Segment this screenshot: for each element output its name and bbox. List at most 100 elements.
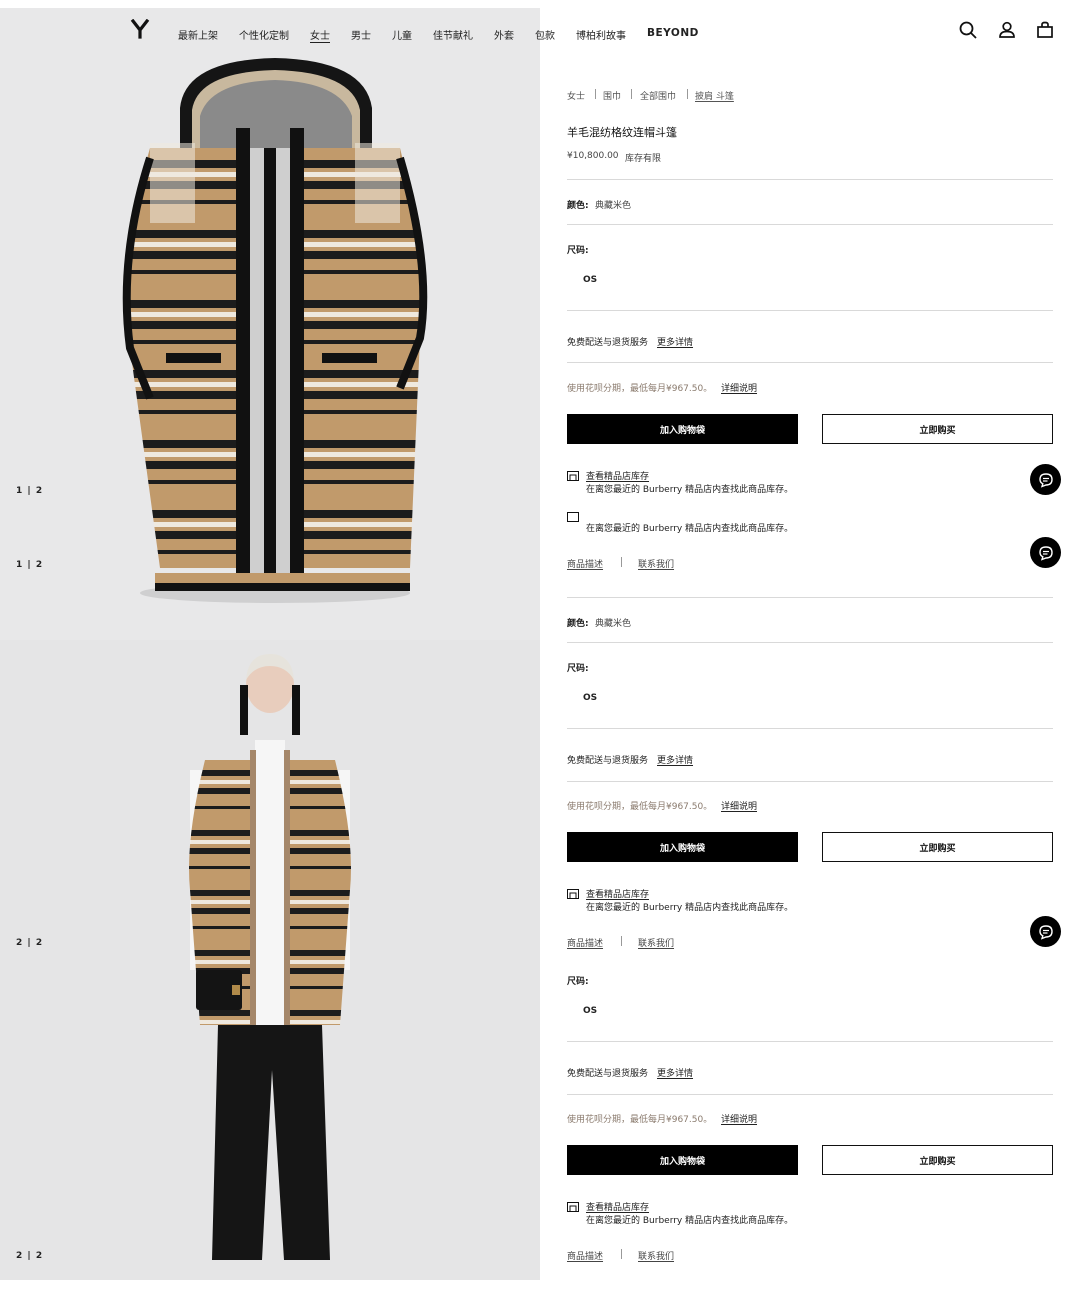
divider bbox=[567, 179, 1053, 180]
product-title: 羊毛混纺格纹连帽斗篷 bbox=[567, 126, 677, 139]
nav-item-stories[interactable]: 博柏利故事 bbox=[576, 27, 626, 42]
logo-icon[interactable] bbox=[130, 19, 150, 39]
installment-link[interactable]: 详细说明 bbox=[721, 799, 757, 812]
size-option-os[interactable]: OS bbox=[583, 275, 597, 285]
link-separator bbox=[621, 557, 622, 567]
nav-item-women[interactable]: 女士 bbox=[310, 27, 330, 42]
site-header: 最新上架 个性化定制 女士 男士 儿童 佳节献礼 外套 包款 博柏利故事 BEY… bbox=[0, 0, 1080, 62]
store-stock-desc: 在离您最近的 Burberry 精品店内查找此商品库存。 bbox=[586, 485, 794, 495]
more-details-link[interactable]: 更多详情 bbox=[657, 753, 693, 766]
bag-icon[interactable] bbox=[1035, 20, 1055, 40]
color-label: 颜色: bbox=[567, 619, 589, 629]
image-counter: 2 | 2 bbox=[16, 1251, 44, 1261]
divider bbox=[567, 781, 1053, 782]
nav-item-bags[interactable]: 包款 bbox=[535, 27, 555, 42]
store-icon bbox=[567, 512, 579, 522]
divider bbox=[567, 642, 1053, 643]
shipping-text: 免费配送与退货服务 bbox=[567, 1069, 649, 1079]
breadcrumb-scarves[interactable]: 围巾 bbox=[603, 89, 621, 102]
installment-text: 使用花呗分期，最低每月¥967.50。 bbox=[567, 384, 713, 394]
breadcrumb-separator bbox=[631, 89, 632, 99]
store-stock-desc: 在离您最近的 Burberry 精品店内查找此商品库存。 bbox=[586, 903, 794, 913]
image-counter: 1 | 2 bbox=[16, 486, 44, 496]
size-option-os[interactable]: OS bbox=[583, 1006, 597, 1016]
store-icon bbox=[567, 471, 579, 481]
stock-status: 库存有限 bbox=[625, 154, 662, 164]
installment-link[interactable]: 详细说明 bbox=[721, 381, 757, 394]
product-price: ¥10,800.00 bbox=[567, 151, 619, 161]
divider bbox=[567, 310, 1053, 311]
nav-item-beyond[interactable]: BEYOND bbox=[647, 27, 699, 42]
product-image-front[interactable]: 1 | 2 1 | 2 bbox=[0, 8, 540, 640]
model-illustration bbox=[189, 654, 351, 1260]
image-counter: 1 | 2 bbox=[16, 560, 44, 570]
nav-item-gifts[interactable]: 佳节献礼 bbox=[433, 27, 473, 42]
description-link[interactable]: 商品描述 bbox=[567, 936, 603, 949]
link-separator bbox=[621, 1249, 622, 1259]
store-stock-link[interactable]: 查看精品店库存 bbox=[586, 1200, 649, 1213]
divider bbox=[567, 1094, 1053, 1095]
size-label: 尺码: bbox=[567, 664, 589, 674]
size-label: 尺码: bbox=[567, 977, 589, 987]
nav-item-new[interactable]: 最新上架 bbox=[178, 27, 218, 42]
buy-now-button[interactable]: 立即购买 bbox=[822, 832, 1053, 862]
product-image-model[interactable]: 2 | 2 2 | 2 bbox=[0, 640, 540, 1280]
description-link[interactable]: 商品描述 bbox=[567, 557, 603, 570]
chat-button[interactable] bbox=[1030, 537, 1061, 568]
add-to-bag-button[interactable]: 加入购物袋 bbox=[567, 832, 798, 862]
contact-link[interactable]: 联系我们 bbox=[638, 557, 674, 570]
add-to-bag-button[interactable]: 加入购物袋 bbox=[567, 414, 798, 444]
more-details-link[interactable]: 更多详情 bbox=[657, 1066, 693, 1079]
size-option-os[interactable]: OS bbox=[583, 693, 597, 703]
breadcrumb-separator bbox=[595, 89, 596, 99]
account-icon[interactable] bbox=[997, 20, 1017, 40]
size-label: 尺码: bbox=[567, 246, 589, 256]
store-stock-link[interactable]: 查看精品店库存 bbox=[586, 469, 649, 482]
nav-item-children[interactable]: 儿童 bbox=[392, 27, 412, 42]
contact-link[interactable]: 联系我们 bbox=[638, 936, 674, 949]
breadcrumb-capes[interactable]: 披肩 斗篷 bbox=[695, 89, 734, 102]
store-icon bbox=[567, 1202, 579, 1212]
store-icon bbox=[567, 889, 579, 899]
store-stock-desc: 在离您最近的 Burberry 精品店内查找此商品库存。 bbox=[586, 524, 794, 534]
installment-text: 使用花呗分期，最低每月¥967.50。 bbox=[567, 802, 713, 812]
nav-item-custom[interactable]: 个性化定制 bbox=[239, 27, 289, 42]
bottom-spacer bbox=[0, 1280, 540, 1290]
installment-link[interactable]: 详细说明 bbox=[721, 1112, 757, 1125]
color-label: 颜色: bbox=[567, 201, 589, 211]
breadcrumb-women[interactable]: 女士 bbox=[567, 89, 585, 102]
color-value: 典藏米色 bbox=[595, 619, 632, 629]
shipping-text: 免费配送与退货服务 bbox=[567, 756, 649, 766]
shipping-text: 免费配送与退货服务 bbox=[567, 338, 649, 348]
store-stock-link[interactable]: 查看精品店库存 bbox=[586, 887, 649, 900]
buy-now-button[interactable]: 立即购买 bbox=[822, 414, 1053, 444]
poncho-illustration bbox=[122, 58, 428, 603]
search-icon[interactable] bbox=[958, 20, 978, 40]
installment-text: 使用花呗分期，最低每月¥967.50。 bbox=[567, 1115, 713, 1125]
color-value: 典藏米色 bbox=[595, 201, 632, 211]
description-link[interactable]: 商品描述 bbox=[567, 1249, 603, 1262]
chat-button[interactable] bbox=[1030, 916, 1061, 947]
divider bbox=[567, 362, 1053, 363]
store-stock-desc: 在离您最近的 Burberry 精品店内查找此商品库存。 bbox=[586, 1216, 794, 1226]
image-counter: 2 | 2 bbox=[16, 938, 44, 948]
breadcrumb-all-scarves[interactable]: 全部围巾 bbox=[640, 89, 676, 102]
divider bbox=[567, 1041, 1053, 1042]
main-nav: 最新上架 个性化定制 女士 男士 儿童 佳节献礼 外套 包款 博柏利故事 BEY… bbox=[178, 27, 720, 42]
chat-bubble-icon bbox=[1038, 472, 1053, 488]
nav-item-outerwear[interactable]: 外套 bbox=[494, 27, 514, 42]
divider bbox=[567, 224, 1053, 225]
contact-link[interactable]: 联系我们 bbox=[638, 1249, 674, 1262]
link-separator bbox=[621, 936, 622, 946]
chat-bubble-icon bbox=[1038, 924, 1053, 940]
chat-button[interactable] bbox=[1030, 464, 1061, 495]
chat-bubble-icon bbox=[1038, 545, 1053, 561]
add-to-bag-button[interactable]: 加入购物袋 bbox=[567, 1145, 798, 1175]
more-details-link[interactable]: 更多详情 bbox=[657, 335, 693, 348]
divider bbox=[567, 728, 1053, 729]
nav-item-men[interactable]: 男士 bbox=[351, 27, 371, 42]
buy-now-button[interactable]: 立即购买 bbox=[822, 1145, 1053, 1175]
product-details: 女士 围巾 全部围巾 披肩 斗篷 羊毛混纺格纹连帽斗篷 ¥10,800.00 库… bbox=[567, 0, 1053, 1290]
divider bbox=[567, 597, 1053, 598]
breadcrumb-separator bbox=[687, 89, 688, 99]
